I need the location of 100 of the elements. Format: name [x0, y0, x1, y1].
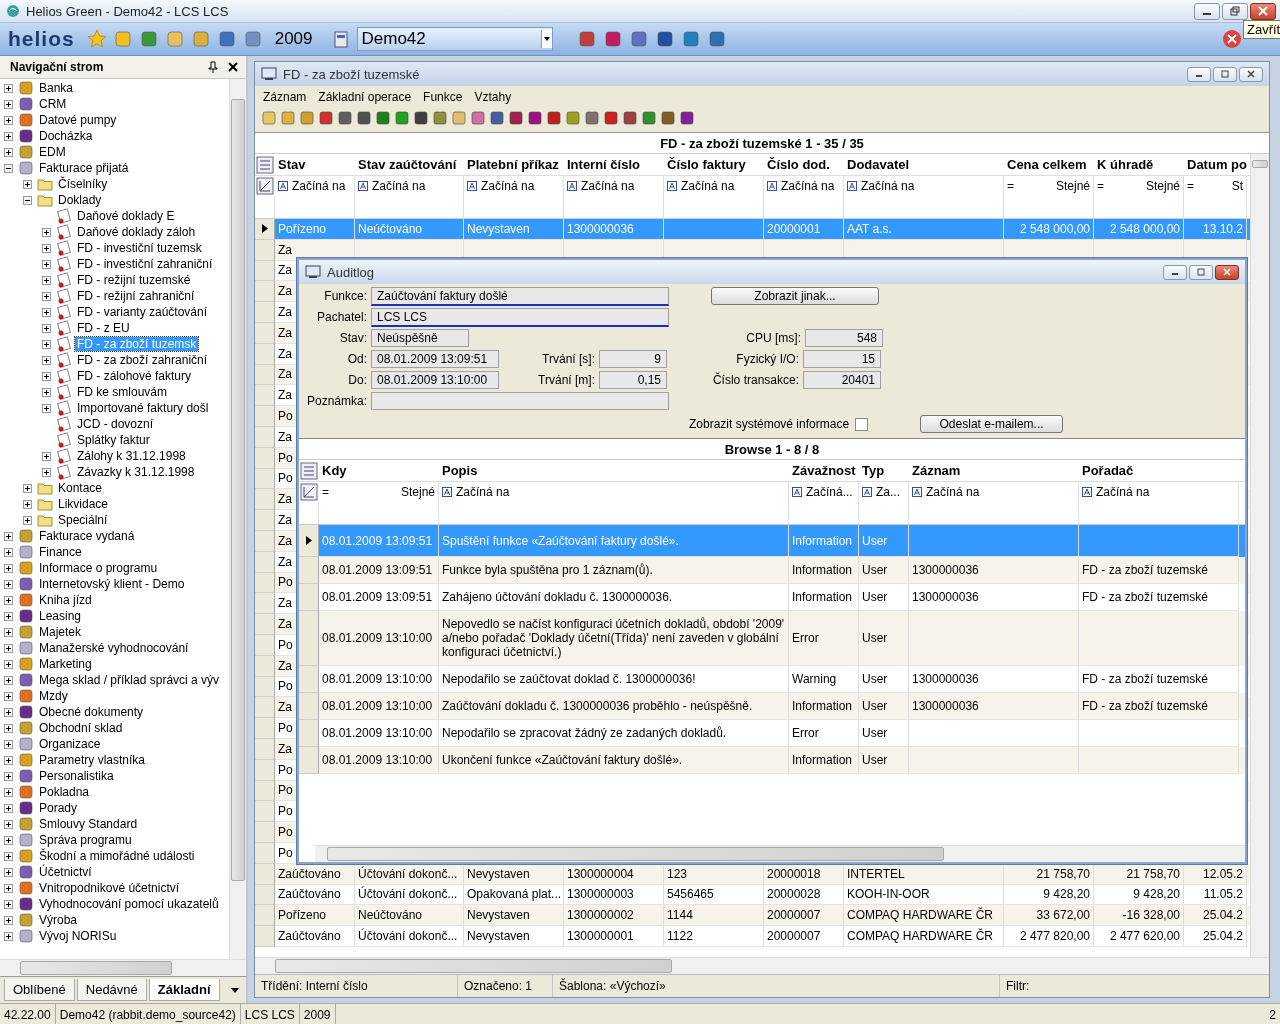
tree-item[interactable]: Účetnictví — [37, 865, 94, 879]
expand-icon[interactable] — [42, 227, 51, 237]
column-header[interactable]: Popis — [439, 463, 789, 478]
toolbar-icon[interactable] — [527, 110, 543, 126]
tree-item[interactable]: FD ke smlouvám — [75, 385, 170, 399]
close-icon[interactable] — [228, 62, 238, 72]
expand-icon[interactable] — [4, 787, 13, 797]
expand-icon[interactable] — [4, 771, 13, 781]
expand-icon[interactable] — [4, 755, 13, 765]
tree-item[interactable]: Majetek — [37, 625, 84, 639]
toolbar-icon[interactable] — [216, 29, 237, 49]
collapse-icon[interactable] — [23, 195, 32, 205]
expand-icon[interactable] — [4, 579, 13, 589]
table-row[interactable]: Zaúčtováno Účtování dokonč... Opakovaná plat... 1300000003 5456465 20000028 KOOH-IN-OOR 9 428,20 9 428,20 11.05.2 — [255, 884, 1250, 906]
scrollbar[interactable] — [229, 79, 246, 959]
toolbar-icon[interactable] — [622, 110, 638, 126]
tree-item[interactable]: FD - režijní zahraniční — [75, 289, 197, 303]
tree-item[interactable]: Pokladna — [37, 785, 92, 799]
show-other-button[interactable]: Zobrazit jinak... — [711, 287, 879, 305]
tree-item[interactable]: Vývoj NORISu — [37, 929, 119, 943]
input-field[interactable]: Neúspěšně — [371, 329, 469, 347]
expand-icon[interactable] — [42, 243, 51, 253]
menu-item[interactable]: Základní operace — [318, 90, 412, 104]
filter-operator[interactable]: Začíná na — [926, 485, 980, 499]
column-header[interactable]: Datum po — [1184, 157, 1247, 172]
column-header[interactable]: K úhradě — [1094, 157, 1184, 172]
collapse-icon[interactable] — [4, 163, 13, 173]
tree-item[interactable]: Správa programu — [37, 833, 134, 847]
toolbar-icon[interactable] — [432, 110, 448, 126]
tree-item[interactable]: FD - zálohové faktury — [75, 369, 194, 383]
expand-icon[interactable] — [4, 851, 13, 861]
tree-item[interactable]: Likvidace — [56, 497, 111, 511]
expand-icon[interactable] — [4, 99, 13, 109]
expand-icon[interactable] — [23, 483, 32, 493]
table-row[interactable]: 08.01.2009 13:09:51 Funkce byla spuštěna pro 1 záznam(ů). Information User 1300000036 FD - za zboží tuzemské — [299, 557, 1245, 584]
tree-item[interactable]: Závazky k 31.12.1998 — [75, 465, 197, 479]
filter-operator[interactable]: Stejné — [1145, 179, 1180, 193]
expand-icon[interactable] — [4, 835, 13, 845]
close-button[interactable] — [1239, 66, 1263, 82]
tree-item[interactable]: Daňové doklady E — [75, 209, 177, 223]
expand-icon[interactable] — [4, 675, 13, 685]
expand-icon[interactable] — [4, 131, 13, 141]
input-field[interactable]: Zaúčtování faktury došlé — [371, 286, 669, 306]
scrollbar[interactable] — [0, 959, 246, 976]
tree-item[interactable]: FD - varianty zaúčtování — [75, 305, 210, 319]
table-row[interactable]: Zaúčtováno Účtování dokonč... Nevystaven 1300000004 123 20000018 INTERTEL 21 758,70 21 758,70 12.05.2 — [255, 863, 1250, 885]
expand-icon[interactable] — [42, 323, 51, 333]
tree-item[interactable]: Porady — [37, 801, 80, 815]
tree-item[interactable]: Mega sklad / příklad správci a výv — [37, 673, 222, 687]
expand-icon[interactable] — [42, 307, 51, 317]
input-field[interactable]: 20401 — [803, 371, 881, 389]
tree-item[interactable]: Fakturace přijatá — [37, 161, 131, 175]
tree-item[interactable]: FD - z EU — [75, 321, 132, 335]
column-header[interactable]: Číslo dod. — [764, 157, 844, 172]
input-field[interactable]: 0,15 — [599, 371, 667, 389]
restore-button[interactable] — [1222, 2, 1248, 20]
filter-operator[interactable]: St — [1231, 179, 1243, 193]
tree-item[interactable]: Splátky faktur — [75, 433, 152, 447]
pin-icon[interactable] — [208, 61, 218, 73]
toolbar-icon[interactable] — [413, 110, 429, 126]
tree-item[interactable]: Marketing — [37, 657, 94, 671]
expand-icon[interactable] — [42, 339, 51, 349]
tab[interactable]: Nedávné — [76, 979, 147, 1001]
input-field[interactable] — [371, 392, 669, 410]
expand-icon[interactable] — [42, 467, 51, 477]
checkbox[interactable] — [855, 417, 869, 431]
toolbar-icon[interactable] — [337, 110, 353, 126]
expand-icon[interactable] — [4, 691, 13, 701]
expand-icon[interactable] — [4, 83, 13, 93]
expand-icon[interactable] — [23, 515, 32, 525]
filter-icon[interactable] — [300, 483, 318, 501]
toolbar-icon[interactable] — [546, 110, 562, 126]
filter-operator[interactable]: Začíná na — [681, 179, 735, 193]
expand-icon[interactable] — [4, 819, 13, 829]
table-row[interactable]: Zaúčtováno Účtování dokonč... Nevystaven 1300000001 1122 20000007 COMPAQ HARDWARE ČR 2 477 820,00 2 477 620,00 25.04.2 — [255, 926, 1250, 947]
filter-operator[interactable]: Začíná na — [861, 179, 915, 193]
table-row[interactable]: 08.01.2009 13:10:00 Zaúčtování dokladu č. 1300000036 proběhlo - neúspěšně. Information User 1300000036 FD - za zboží tuzemské — [299, 693, 1245, 720]
tree-item[interactable]: Informace o programu — [37, 561, 160, 575]
expand-icon[interactable] — [4, 899, 13, 909]
expand-icon[interactable] — [4, 563, 13, 573]
tree-item[interactable]: Personalistika — [37, 769, 116, 783]
column-header[interactable]: Kdy — [319, 463, 439, 478]
tree-item[interactable]: Mzdy — [37, 689, 70, 703]
column-header[interactable]: Platební příkaz — [464, 157, 564, 172]
toolbar-icon[interactable] — [584, 110, 600, 126]
tab[interactable]: Oblíbené — [4, 979, 75, 1001]
column-header[interactable]: Cena celkem — [1004, 157, 1094, 172]
tree-item[interactable]: Datové pumpy — [37, 113, 119, 127]
tree-item[interactable]: FD - investiční zahraniční — [75, 257, 215, 271]
input-field[interactable]: 08.01.2009 13:10:00 — [371, 371, 499, 389]
tree-item[interactable]: Organizace — [37, 737, 103, 751]
column-header[interactable]: Závažnost — [789, 463, 859, 478]
tree-item[interactable]: Obecné dokumenty — [37, 705, 146, 719]
tree-item[interactable]: Zálohy k 31.12.1998 — [75, 449, 188, 463]
expand-icon[interactable] — [4, 739, 13, 749]
expand-icon[interactable] — [42, 387, 51, 397]
filter-icon[interactable] — [256, 177, 274, 195]
input-field[interactable]: 15 — [803, 350, 881, 368]
toolbar-icon[interactable] — [394, 110, 410, 126]
expand-icon[interactable] — [4, 627, 13, 637]
